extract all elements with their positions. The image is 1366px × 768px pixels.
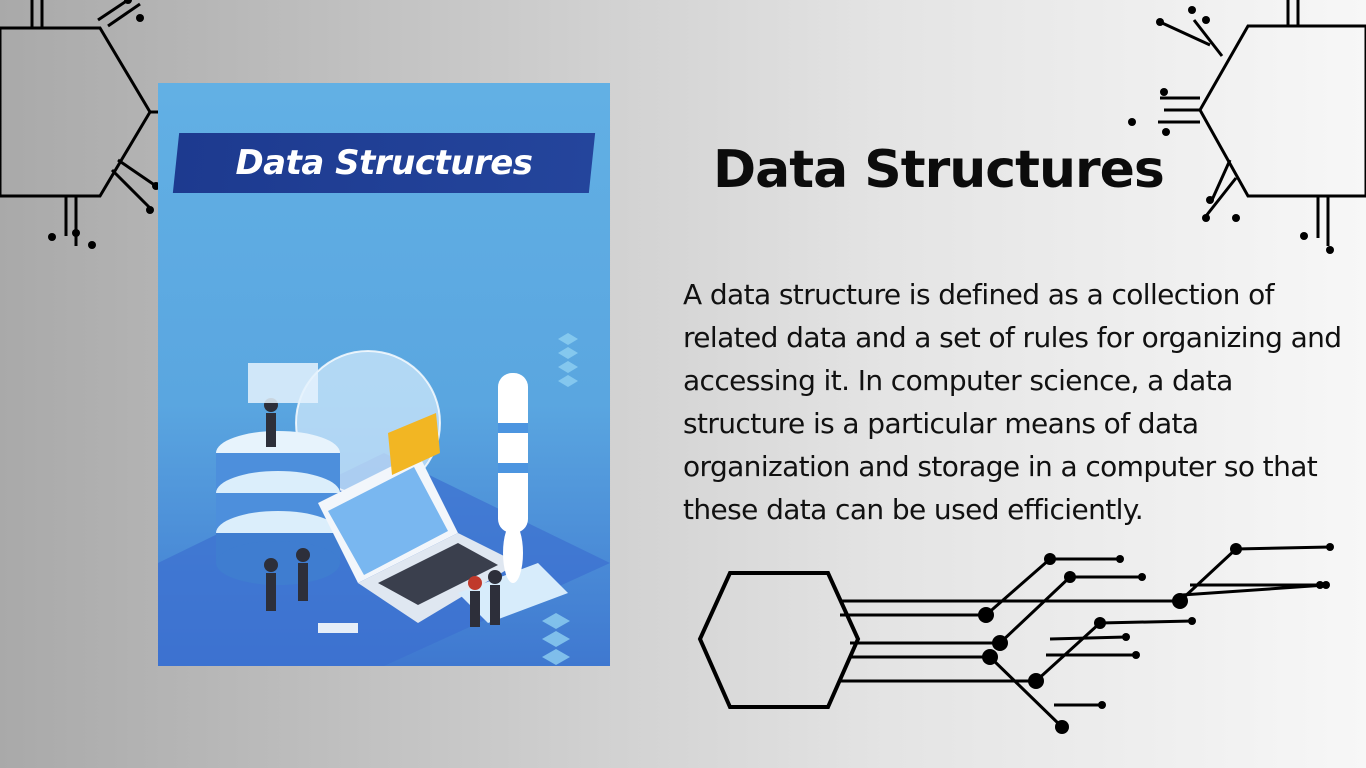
page-title: Data Structures [713,140,1165,200]
book-cover-image: Data Structures [158,83,610,666]
description-text: A data structure is defined as a collect… [683,278,1342,526]
circuit-hexagon-icon [697,571,861,709]
cover-title: Data Structures [235,143,533,183]
circuit-decoration-top-left [0,0,170,249]
circuit-hexagon-icon [0,26,152,198]
circuit-decoration-bottom [697,543,1334,734]
cover-illustration [158,333,610,666]
circuit-decoration-top-right [1128,0,1366,254]
